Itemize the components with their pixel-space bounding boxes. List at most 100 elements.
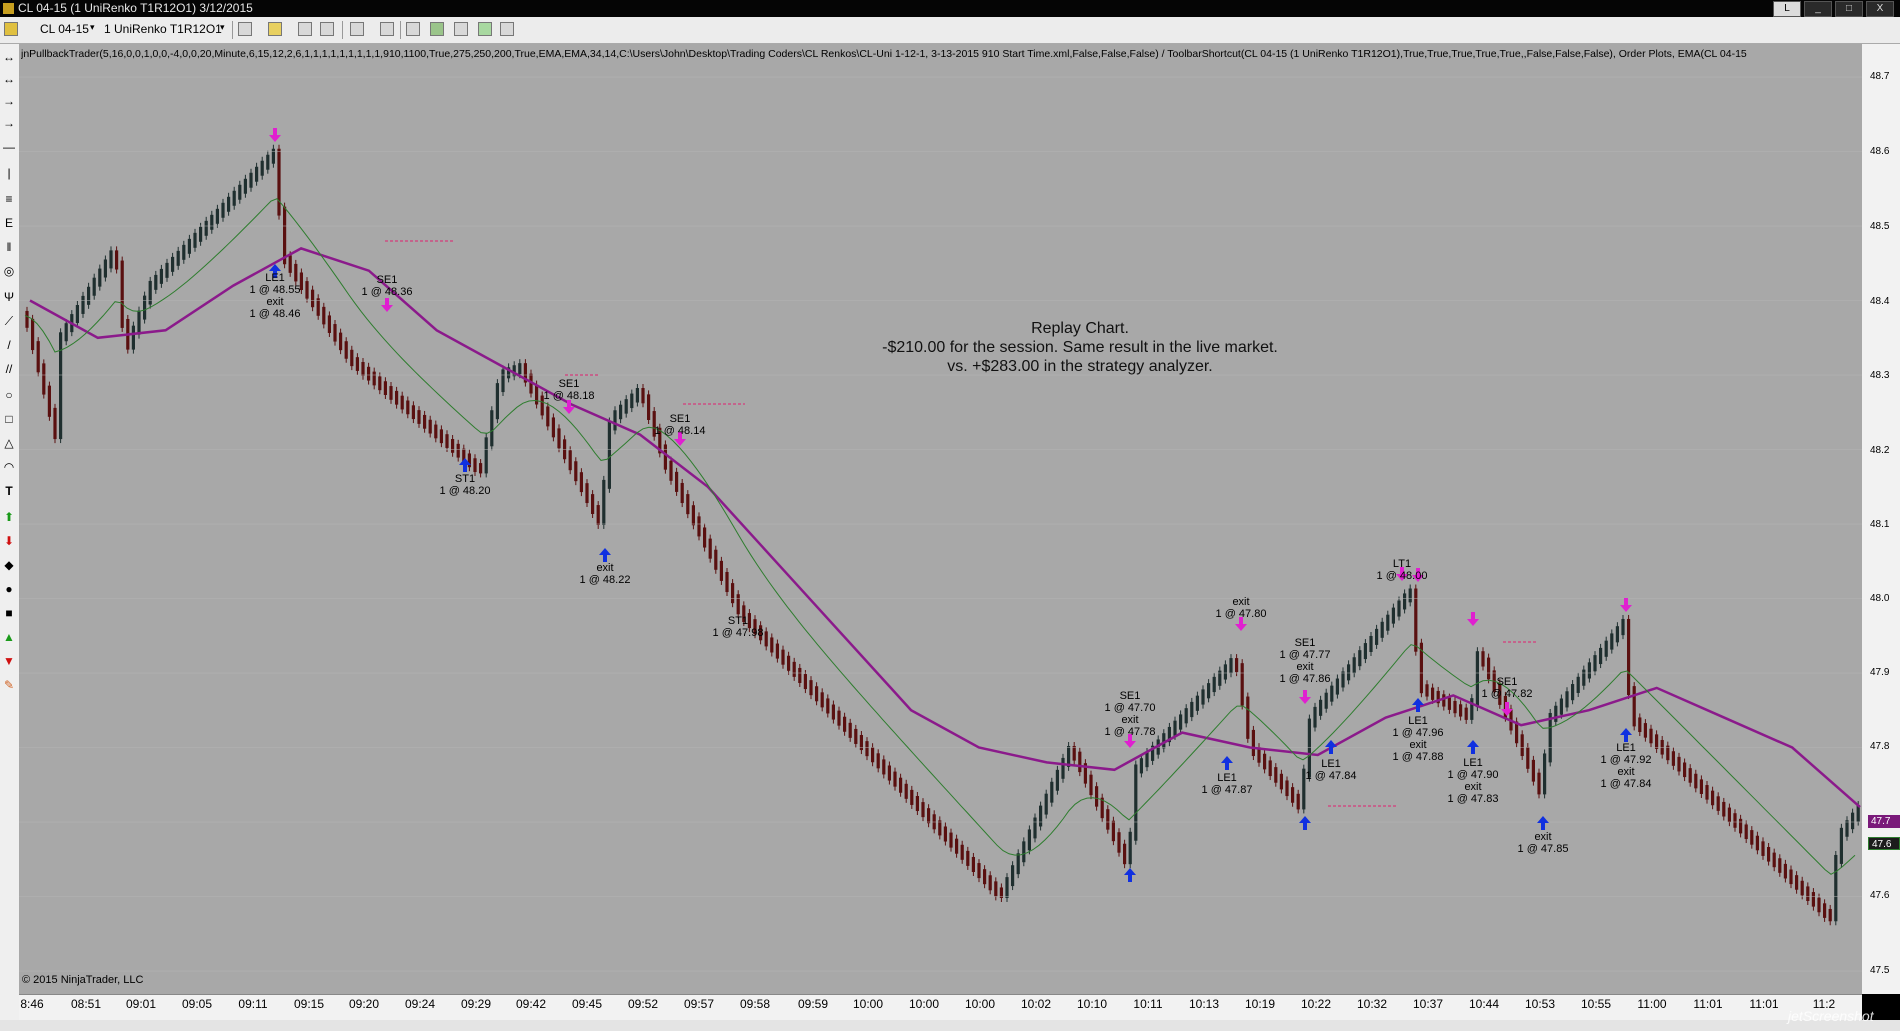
bar-body bbox=[1223, 664, 1227, 680]
bar-body bbox=[1806, 886, 1810, 901]
bar-body bbox=[1464, 707, 1468, 720]
bar-body bbox=[327, 315, 331, 333]
time-tick-label: 09:58 bbox=[739, 997, 771, 1011]
watermark: jetScreenshot bbox=[1788, 1008, 1874, 1024]
time-tick-label: 10:44 bbox=[1468, 997, 1500, 1011]
bar-body bbox=[1358, 650, 1362, 667]
bar-body bbox=[1711, 790, 1715, 806]
bar-body bbox=[344, 341, 348, 359]
trade-label-line: 1 @ 48.18 bbox=[543, 390, 595, 402]
bar-body bbox=[316, 298, 320, 316]
bar-body bbox=[473, 458, 477, 473]
bar-body bbox=[876, 753, 880, 769]
bar-body bbox=[1447, 697, 1451, 710]
trade-label-line: LE1 bbox=[265, 272, 285, 284]
price-chart[interactable] bbox=[0, 0, 1900, 1031]
bar-body bbox=[1442, 694, 1446, 707]
bar-body bbox=[983, 869, 987, 885]
bar-body bbox=[1548, 712, 1552, 763]
bar-body bbox=[1347, 664, 1351, 681]
bar-body bbox=[1291, 787, 1295, 803]
bar-body bbox=[59, 332, 63, 440]
bar-body bbox=[1733, 813, 1737, 828]
bar-body bbox=[215, 208, 219, 224]
bar-body bbox=[1106, 809, 1110, 830]
bar-body bbox=[1033, 817, 1037, 839]
bar-body bbox=[428, 419, 432, 434]
annotation-line: vs. +$283.00 in the strategy analyzer. bbox=[947, 358, 1213, 375]
bar-body bbox=[714, 549, 718, 570]
time-tick-label: 09:42 bbox=[515, 997, 547, 1011]
bar-body bbox=[1531, 759, 1535, 782]
bar-body bbox=[1044, 793, 1048, 815]
bar-body bbox=[848, 722, 852, 738]
bar-body bbox=[1593, 655, 1597, 672]
bar-body bbox=[1330, 685, 1334, 702]
trade-label-exit-47-80: exit 1 @ 47.80 bbox=[1216, 596, 1267, 620]
bar-body bbox=[1011, 865, 1015, 887]
bar-body bbox=[1296, 793, 1300, 810]
bar-body bbox=[1632, 686, 1636, 727]
bar-body bbox=[1677, 756, 1681, 772]
bar-body bbox=[675, 471, 679, 492]
bar-body bbox=[1755, 835, 1759, 851]
bar-body bbox=[1744, 824, 1748, 840]
bar-body bbox=[647, 394, 651, 420]
bar-body bbox=[451, 439, 455, 453]
trade-label-line: 1 @ 48.20 bbox=[439, 485, 491, 497]
bar-body bbox=[1425, 684, 1429, 697]
bar-body bbox=[1526, 747, 1530, 769]
bar-body bbox=[1391, 607, 1395, 624]
bar-body bbox=[630, 393, 634, 409]
time-tick-label: 10:10 bbox=[1076, 997, 1108, 1011]
bar-body bbox=[1134, 764, 1138, 841]
trade-label-line: 1 @ 48.55 bbox=[249, 284, 301, 296]
bar-body bbox=[322, 306, 326, 325]
bar-body bbox=[669, 460, 673, 481]
bar-body bbox=[1324, 692, 1328, 709]
trade-label-se1-47-77: SE1 1 @ 47.77 exit 1 @ 47.86 bbox=[1280, 637, 1331, 685]
bar-body bbox=[434, 424, 438, 439]
bar-body bbox=[1767, 846, 1771, 862]
bar-body bbox=[904, 783, 908, 799]
bar-body bbox=[311, 289, 315, 308]
time-tick-label: 09:57 bbox=[683, 997, 715, 1011]
bar-body bbox=[339, 332, 343, 351]
trade-label-line: 1 @ 47.88 bbox=[1392, 751, 1444, 763]
bar-body bbox=[1263, 753, 1267, 770]
bar-body bbox=[1481, 651, 1485, 667]
bar-body bbox=[1727, 807, 1731, 823]
bar-body bbox=[98, 268, 102, 287]
bar-body bbox=[686, 494, 690, 515]
price-tick-label: 48.4 bbox=[1870, 296, 1890, 307]
bar-body bbox=[1386, 614, 1390, 631]
bar-body bbox=[1274, 767, 1278, 783]
bar-body bbox=[439, 429, 443, 444]
trade-label-line: 1 @ 47.84 bbox=[1600, 778, 1652, 790]
trade-label-line: LE1 bbox=[1408, 715, 1428, 727]
bar-body bbox=[1587, 662, 1591, 679]
price-tick-label: 48.5 bbox=[1870, 221, 1890, 232]
bar-body bbox=[1268, 760, 1272, 777]
trade-label-line: ST1 bbox=[454, 473, 476, 485]
bar-body bbox=[1207, 683, 1211, 699]
trade-label-line: 1 @ 47.77 bbox=[1279, 649, 1331, 661]
bar-body bbox=[1285, 780, 1289, 797]
trade-label-line: exit bbox=[266, 296, 284, 308]
bar-body bbox=[1823, 903, 1827, 918]
trade-label-line: 1 @ 47.70 bbox=[1104, 702, 1156, 714]
bar-body bbox=[1179, 714, 1183, 730]
bar-body bbox=[1688, 768, 1692, 783]
trade-label-line: 1 @ 48.14 bbox=[654, 425, 706, 437]
bar-body bbox=[1554, 705, 1558, 722]
bar-body bbox=[199, 226, 203, 242]
bar-body bbox=[831, 704, 835, 720]
bar-body bbox=[1671, 751, 1675, 766]
time-tick-label: 10:22 bbox=[1300, 997, 1332, 1011]
bar-body bbox=[826, 698, 830, 714]
bar-body bbox=[479, 463, 483, 474]
bar-body bbox=[1408, 588, 1412, 603]
bar-body bbox=[663, 444, 667, 470]
bar-body bbox=[383, 381, 387, 396]
bar-body bbox=[1212, 676, 1216, 693]
